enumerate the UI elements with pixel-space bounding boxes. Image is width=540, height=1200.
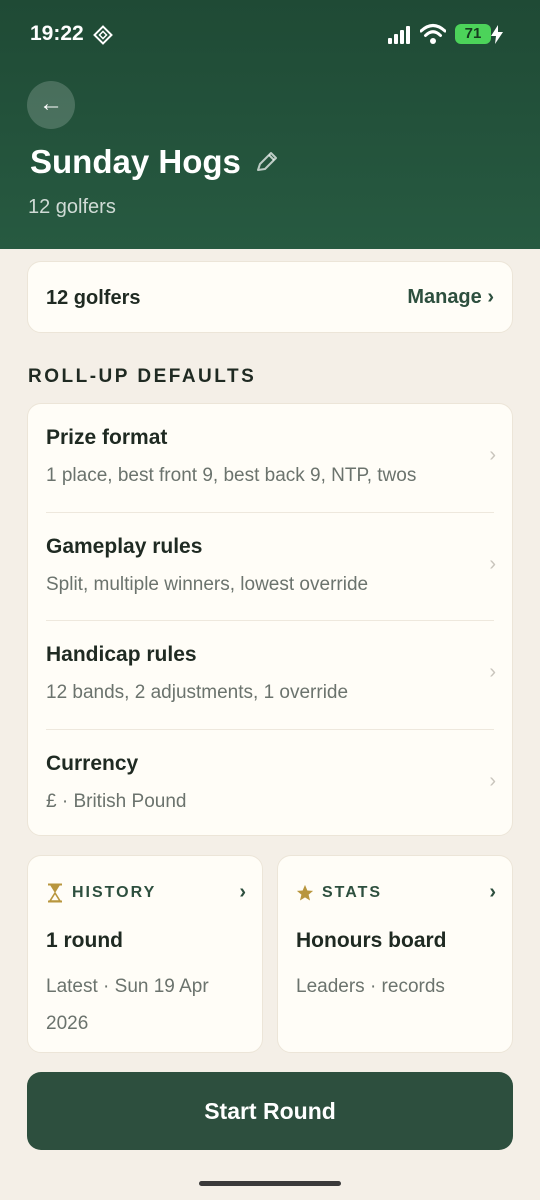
prize-format-row[interactable]: Prize format 1 place, best front 9, best… <box>28 404 514 512</box>
tile-title: 1 round <box>46 929 123 952</box>
chevron-right-icon: › <box>489 881 496 903</box>
status-time: 19:22 <box>30 22 84 45</box>
row-title: Prize format <box>46 426 168 449</box>
chevron-right-icon: › <box>489 661 496 683</box>
hourglass-icon <box>48 883 62 903</box>
row-subtitle: 1 place, best front 9, best back 9, NTP,… <box>46 465 417 486</box>
battery-indicator: 71 <box>455 24 491 44</box>
star-icon <box>296 884 314 901</box>
tile-label: STATS <box>322 884 383 901</box>
cellular-signal-icon <box>388 26 410 44</box>
edit-pencil-icon[interactable] <box>254 150 280 176</box>
manage-golfers-link[interactable]: Manage › <box>407 286 494 309</box>
stats-tile[interactable]: STATS › Honours board Leaders · records <box>277 855 513 1053</box>
handicap-rules-row[interactable]: Handicap rules 12 bands, 2 adjustments, … <box>28 621 514 729</box>
gameplay-rules-row[interactable]: Gameplay rules Split, multiple winners, … <box>28 513 514 621</box>
back-arrow-icon: ← <box>39 90 63 117</box>
row-title: Currency <box>46 752 139 775</box>
status-bar: 19:22 71 <box>0 0 540 70</box>
roll-up-defaults-card: Prize format 1 place, best front 9, best… <box>27 403 513 836</box>
row-title: Handicap rules <box>46 643 197 666</box>
start-round-button[interactable]: Start Round <box>27 1072 513 1150</box>
chevron-right-icon: › <box>489 444 496 466</box>
page-title: Sunday Hogs <box>30 143 241 180</box>
charging-bolt-icon <box>491 25 503 44</box>
tile-title: Honours board <box>296 929 447 952</box>
focus-mode-icon <box>93 25 113 45</box>
home-indicator[interactable] <box>199 1181 341 1186</box>
currency-row[interactable]: Currency £ · British Pound › <box>28 730 514 838</box>
chevron-right-icon: › <box>489 553 496 575</box>
page-subtitle: 12 golfers <box>28 196 116 218</box>
chevron-right-icon: › <box>239 881 246 903</box>
golfers-card[interactable]: 12 golfers Manage › <box>27 261 513 333</box>
tile-subtitle: Latest · Sun 19 Apr 2026 <box>46 976 209 1034</box>
chevron-right-icon: › <box>489 770 496 792</box>
group-header: 19:22 71 ← Sunday Hogs 12 golfers <box>0 0 540 249</box>
roll-up-defaults-heading: ROLL-UP DEFAULTS <box>28 366 257 387</box>
back-button[interactable]: ← <box>27 81 75 129</box>
row-subtitle: Split, multiple winners, lowest override <box>46 574 369 595</box>
golfers-count: 12 golfers <box>46 287 141 309</box>
tile-subtitle: Leaders · records <box>296 976 445 997</box>
row-subtitle: 12 bands, 2 adjustments, 1 override <box>46 682 349 703</box>
history-tile[interactable]: HISTORY › 1 round Latest · Sun 19 Apr 20… <box>27 855 263 1053</box>
row-title: Gameplay rules <box>46 535 203 558</box>
row-subtitle: £ · British Pound <box>46 791 187 812</box>
tile-label: HISTORY <box>72 884 157 901</box>
wifi-icon <box>420 24 446 44</box>
